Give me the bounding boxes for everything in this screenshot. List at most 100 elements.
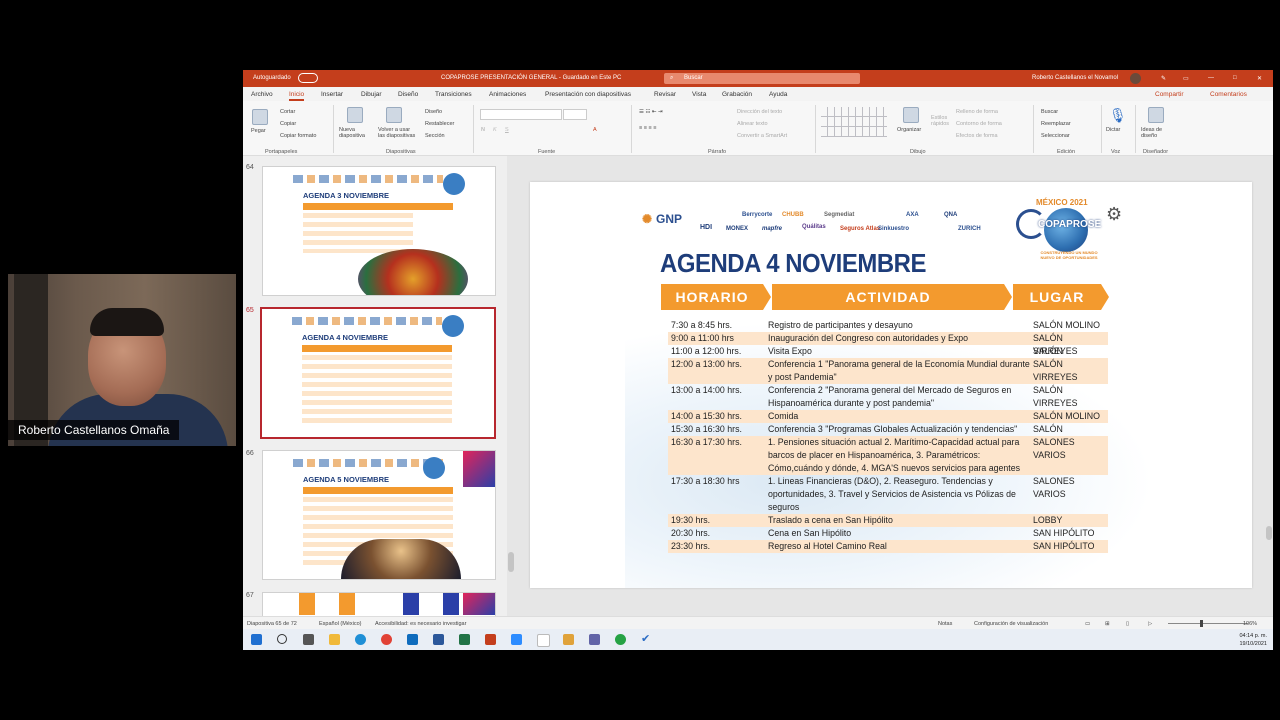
paste-icon[interactable] (252, 109, 268, 125)
zoom-slider[interactable] (1168, 623, 1248, 624)
format-painter-button[interactable]: Copiar formato (280, 133, 316, 139)
tab-insertar[interactable]: Insertar (321, 91, 343, 98)
slide-canvas[interactable]: ✺ GNP Berrycorte CHUBB Segmediat AXA QNA… (530, 182, 1252, 588)
tab-diseno[interactable]: Diseño (398, 91, 418, 98)
start-icon[interactable] (251, 634, 262, 645)
find-button[interactable]: Buscar (1041, 109, 1058, 115)
bullets-icon[interactable]: ☰ ☷ ⇤ ⇥ (639, 109, 663, 115)
editor-scrollbar[interactable] (1265, 156, 1273, 616)
align-text-button[interactable]: Alinear texto (737, 121, 768, 127)
quick-styles-button[interactable]: Estilos rápidos (931, 115, 951, 127)
tab-dibujar[interactable]: Dibujar (361, 91, 382, 98)
close-icon[interactable]: ✕ (1257, 75, 1262, 82)
task-view-icon[interactable] (303, 634, 314, 645)
design-ideas-button[interactable]: Ideas de diseño (1141, 127, 1169, 139)
slide-sorter-icon[interactable]: ⊞ (1105, 621, 1110, 627)
replace-button[interactable]: Reemplazar (1041, 121, 1071, 127)
slide-thumbnail-65[interactable]: AGENDA 4 NOVIEMBRE (260, 307, 496, 439)
tab-ayuda[interactable]: Ayuda (769, 91, 787, 98)
photos-icon[interactable] (563, 634, 574, 645)
slide-thumbnail-64[interactable]: AGENDA 3 NOVIEMBRE (262, 166, 496, 296)
shape-outline-button[interactable]: Contorno de forma (956, 121, 1002, 127)
notes-button[interactable]: Notas (938, 621, 952, 627)
tab-grabacion[interactable]: Grabación (722, 91, 752, 98)
tab-animaciones[interactable]: Animaciones (489, 91, 526, 98)
tab-revisar[interactable]: Revisar (654, 91, 676, 98)
microphone-icon[interactable]: 🎙 (1109, 107, 1127, 124)
scrollbar-thumb[interactable] (1266, 526, 1272, 540)
todo-icon[interactable]: ✔ (641, 634, 652, 645)
thumb-graphic (403, 593, 419, 615)
tab-archivo[interactable]: Archivo (251, 91, 273, 98)
font-family-select[interactable] (480, 109, 562, 120)
ribbon-display-icon[interactable]: ▭ (1183, 75, 1189, 82)
edge-icon[interactable] (355, 634, 366, 645)
new-slide-icon[interactable] (347, 107, 363, 123)
text-direction-button[interactable]: Dirección del texto (737, 109, 782, 115)
tab-inicio[interactable]: Inicio (289, 91, 305, 101)
display-settings-button[interactable]: Configuración de visualización (974, 621, 1048, 627)
tab-vista[interactable]: Vista (692, 91, 706, 98)
title-bar: Autoguardado COPAPROSE PRESENTACIÓN GENE… (243, 70, 1273, 87)
powerpoint-icon[interactable] (485, 634, 496, 645)
user-avatar[interactable] (1130, 73, 1141, 84)
shape-effects-button[interactable]: Efectos de forma (956, 133, 998, 139)
language-indicator[interactable]: Español (México) (319, 621, 362, 627)
teams-icon[interactable] (589, 634, 600, 645)
font-color-button[interactable]: A (593, 127, 597, 133)
zoom-level[interactable]: 106% (1243, 621, 1257, 627)
search-icon[interactable] (277, 634, 287, 644)
new-slide-button[interactable]: Nueva diapositiva (339, 127, 369, 139)
chrome-icon[interactable] (381, 634, 392, 645)
file-explorer-icon[interactable] (329, 634, 340, 645)
font-size-select[interactable] (563, 109, 587, 120)
normal-view-icon[interactable]: ▭ (1085, 621, 1090, 627)
calendar-icon[interactable] (537, 634, 550, 647)
paste-button[interactable]: Pegar (251, 128, 266, 134)
design-ideas-icon[interactable] (1148, 107, 1164, 123)
accessibility-status[interactable]: Accesibilidad: es necesario investigar (375, 621, 466, 627)
zoom-slider-handle[interactable] (1200, 620, 1203, 627)
slideshow-icon[interactable]: ▷ (1148, 621, 1152, 627)
outlook-icon[interactable] (407, 634, 418, 645)
copy-button[interactable]: Copiar (280, 121, 296, 127)
pen-icon[interactable]: ✎ (1161, 75, 1166, 82)
select-button[interactable]: Seleccionar (1041, 133, 1070, 139)
layout-button[interactable]: Diseño (425, 109, 442, 115)
italic-button[interactable]: K (493, 127, 497, 133)
reset-button[interactable]: Restablecer (425, 121, 454, 127)
search-box[interactable]: ⌕ Buscar (664, 73, 860, 84)
dictate-button[interactable]: Dictar (1106, 127, 1120, 133)
arrange-icon[interactable] (903, 107, 919, 123)
excel-icon[interactable] (459, 634, 470, 645)
align-icon[interactable]: ≡ ≡ ≡ ≡ (639, 125, 656, 131)
cut-button[interactable]: Cortar (280, 109, 295, 115)
shape-fill-button[interactable]: Relleno de forma (956, 109, 998, 115)
thumbnails-scrollbar[interactable] (507, 156, 515, 616)
slide-thumbnail-66[interactable]: AGENDA 5 NOVIEMBRE (262, 450, 496, 580)
smartart-button[interactable]: Convertir a SmartArt (737, 133, 787, 139)
group-editing: Edición (1057, 149, 1076, 155)
minimize-icon[interactable]: — (1208, 75, 1214, 81)
share-button[interactable]: Compartir (1155, 91, 1184, 98)
scrollbar-thumb[interactable] (508, 552, 514, 572)
zoom-icon[interactable] (511, 634, 522, 645)
underline-button[interactable]: S (505, 127, 509, 133)
whatsapp-icon[interactable] (615, 634, 626, 645)
arrange-button[interactable]: Organizar (897, 127, 921, 133)
bold-button[interactable]: N (481, 127, 485, 133)
reuse-slides-button[interactable]: Volver a usar las diapositivas (378, 127, 418, 139)
shapes-gallery[interactable] (821, 107, 887, 137)
word-icon[interactable] (433, 634, 444, 645)
reading-view-icon[interactable]: ▯ (1126, 621, 1129, 627)
slide-thumbnail-67[interactable] (262, 592, 496, 617)
reuse-slides-icon[interactable] (386, 107, 402, 123)
maximize-icon[interactable]: □ (1233, 75, 1237, 81)
section-button[interactable]: Sección (425, 133, 445, 139)
tab-transiciones[interactable]: Transiciones (435, 91, 472, 98)
tab-presentacion[interactable]: Presentación con diapositivas (545, 91, 631, 98)
system-clock[interactable]: 04:14 p. m. 19/10/2021 (1239, 632, 1267, 648)
slide-thumbnails-panel[interactable]: 64 AGENDA 3 NOVIEMBRE 65 AGENDA 4 NOVIEM… (243, 156, 507, 617)
autosave-toggle[interactable] (298, 73, 318, 83)
comments-button[interactable]: Comentarios (1210, 91, 1247, 98)
